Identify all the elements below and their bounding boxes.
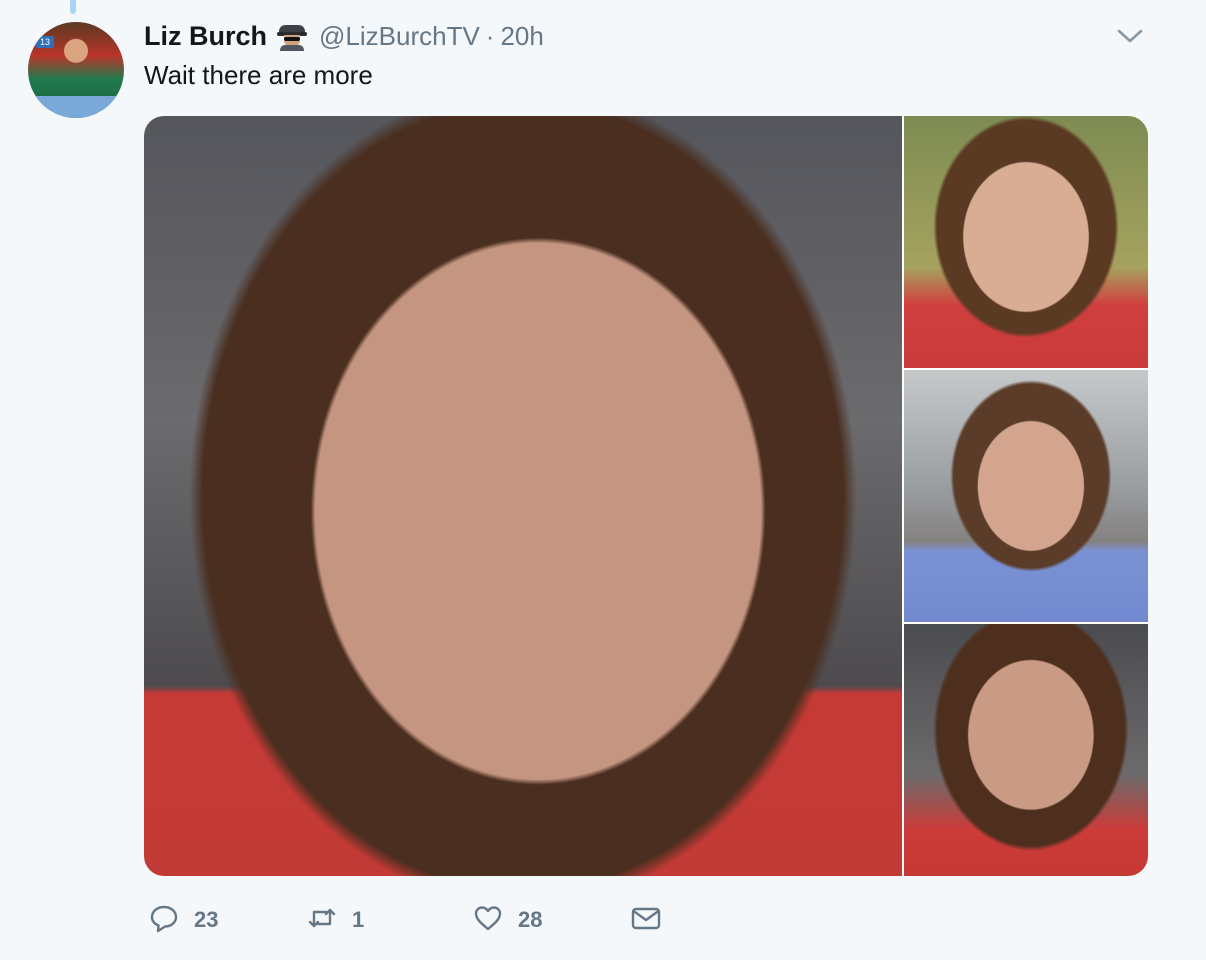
media-grid	[144, 116, 1148, 876]
photo-1[interactable]	[144, 116, 902, 876]
like-button[interactable]: 28	[472, 902, 630, 939]
avatar[interactable]: 13	[28, 22, 124, 118]
avatar-desk	[28, 96, 124, 118]
speech-bubble-icon	[148, 902, 180, 939]
tweet-timestamp[interactable]: 20h	[500, 21, 543, 52]
direct-message-button[interactable]	[630, 902, 662, 939]
author-name[interactable]: Liz Burch	[144, 21, 267, 52]
tweet-actions: 23 1 28	[148, 900, 662, 940]
retweet-arrows-icon	[306, 902, 338, 939]
photo-4[interactable]	[904, 624, 1148, 876]
like-count: 28	[518, 907, 543, 932]
tweet-header: Liz Burch @LizBurchTV · 20h	[144, 18, 544, 54]
heart-icon	[472, 902, 504, 939]
avatar-channel-badge: 13	[36, 36, 54, 48]
tweet-text: Wait there are more	[144, 60, 373, 90]
thread-connector-line	[70, 0, 76, 14]
envelope-icon	[630, 902, 662, 939]
reply-button[interactable]: 23	[148, 902, 306, 939]
chevron-down-icon[interactable]	[1116, 26, 1144, 46]
photo-2[interactable]	[904, 116, 1148, 368]
photo-3[interactable]	[904, 370, 1148, 622]
retweet-button[interactable]: 1	[306, 902, 472, 939]
sleuth-emoji-icon	[277, 21, 308, 51]
retweet-count: 1	[352, 907, 365, 932]
author-handle[interactable]: @LizBurchTV	[319, 21, 480, 52]
separator-dot: ·	[485, 20, 495, 51]
reply-count: 23	[194, 907, 219, 932]
